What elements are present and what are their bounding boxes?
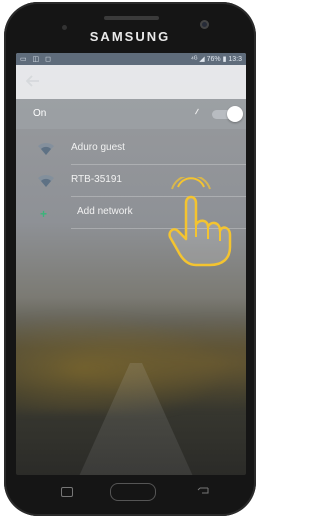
status-bar: ▭ ◫ ◻ ⁴ᴳ ◢ 76% ▮ 13:3 (16, 53, 246, 65)
recents-icon[interactable] (61, 487, 73, 497)
tap-hand-icon (168, 177, 232, 267)
wifi-master-toggle-row[interactable]: On (16, 99, 246, 129)
network-item-aduro-guest[interactable]: Aduro guest (16, 133, 246, 165)
wifi-icon (38, 142, 54, 155)
wifi-icon (38, 174, 54, 187)
network-name: RTB-35191 (71, 174, 122, 185)
network-name: Aduro guest (71, 142, 125, 153)
notification-icons: ▭ ◫ ◻ (20, 56, 53, 63)
brand-logo: SAMSUNG (89, 29, 171, 44)
home-button[interactable] (110, 483, 156, 501)
back-icon[interactable] (197, 486, 209, 496)
navigation-bar (16, 478, 246, 508)
status-indicators: ⁴ᴳ ◢ 76% ▮ 13:3 (190, 56, 242, 63)
plus-icon: + (40, 207, 48, 221)
back-arrow-icon[interactable] (26, 74, 40, 88)
front-camera (200, 20, 209, 29)
wifi-toggle-label: On (33, 108, 47, 119)
add-network-label: Add network (77, 206, 133, 217)
speaker (104, 16, 159, 20)
wifi-toggle-knob[interactable] (227, 106, 243, 122)
screen: ▭ ◫ ◻ ⁴ᴳ ◢ 76% ▮ 13:3 On Aduro guest RTB… (16, 53, 246, 475)
app-bar (16, 65, 246, 99)
scanning-indicator (194, 108, 205, 118)
